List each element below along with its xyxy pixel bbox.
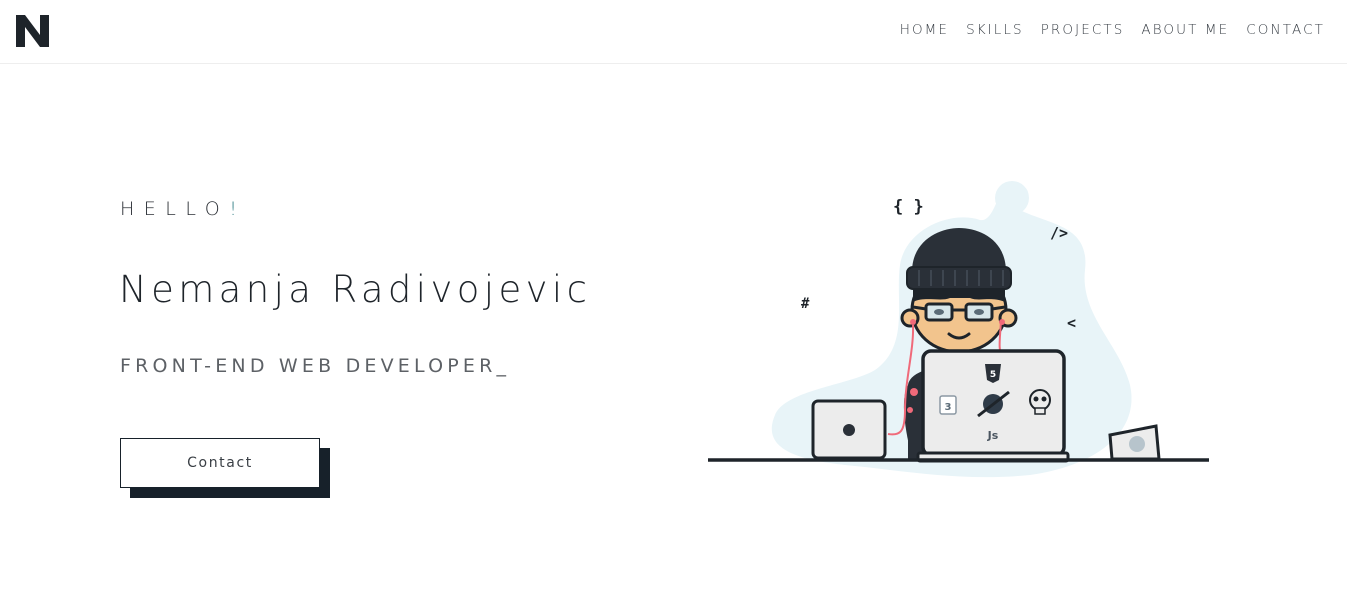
skull-eye	[1033, 396, 1039, 402]
closing-tag-symbol: />	[1050, 224, 1068, 242]
beanie-brim	[906, 266, 1012, 290]
glasses-arm-left	[912, 305, 927, 311]
shirt-dot	[910, 388, 918, 396]
earbud-right	[999, 319, 1005, 325]
skull-eye	[1041, 396, 1047, 402]
html5-number: 5	[990, 370, 996, 380]
nav-contact[interactable]: CONTACT	[1246, 22, 1325, 38]
small-laptop-logo	[843, 424, 855, 436]
hero-role: FRONT-END WEB DEVELOPER_	[120, 355, 511, 377]
site-header: HOME SKILLS PROJECTS ABOUT ME CONTACT	[0, 0, 1347, 64]
shirt-dot	[907, 407, 913, 413]
hash-symbol: #	[801, 296, 810, 312]
contact-button[interactable]: Contact	[120, 438, 320, 488]
earbud-left	[910, 319, 916, 325]
greeting-mark: !	[229, 198, 247, 220]
left-eye	[934, 309, 944, 315]
hero-name: Nemanja Radivojevic	[119, 268, 592, 311]
right-eye	[974, 309, 984, 315]
angle-bracket-symbol: <	[1067, 314, 1076, 332]
skull-jaw	[1034, 407, 1046, 415]
greeting-text: HELLO	[120, 198, 230, 220]
left-ear	[900, 308, 920, 328]
curly-braces-symbol: { }	[893, 197, 924, 217]
glasses-arm-right	[991, 305, 1006, 311]
contact-button-wrap: Contact	[120, 438, 330, 498]
skull-icon	[1029, 389, 1051, 411]
nav-about-me[interactable]: ABOUT ME	[1141, 22, 1229, 38]
nav-projects[interactable]: PROJECTS	[1041, 22, 1125, 38]
background-blob-top	[995, 181, 1029, 215]
main-nav: HOME SKILLS PROJECTS ABOUT ME CONTACT	[883, 22, 1325, 38]
nav-home[interactable]: HOME	[900, 22, 949, 38]
logo-icon[interactable]	[16, 15, 49, 47]
photo-image	[1129, 436, 1145, 452]
nav-skills[interactable]: SKILLS	[966, 22, 1024, 38]
js-sticker-icon: Js	[987, 429, 999, 442]
developer-illustration: { } /> # < 5 3 Js	[708, 181, 1209, 478]
hero-greeting: HELLO!	[120, 198, 246, 220]
css3-number: 3	[945, 402, 952, 413]
